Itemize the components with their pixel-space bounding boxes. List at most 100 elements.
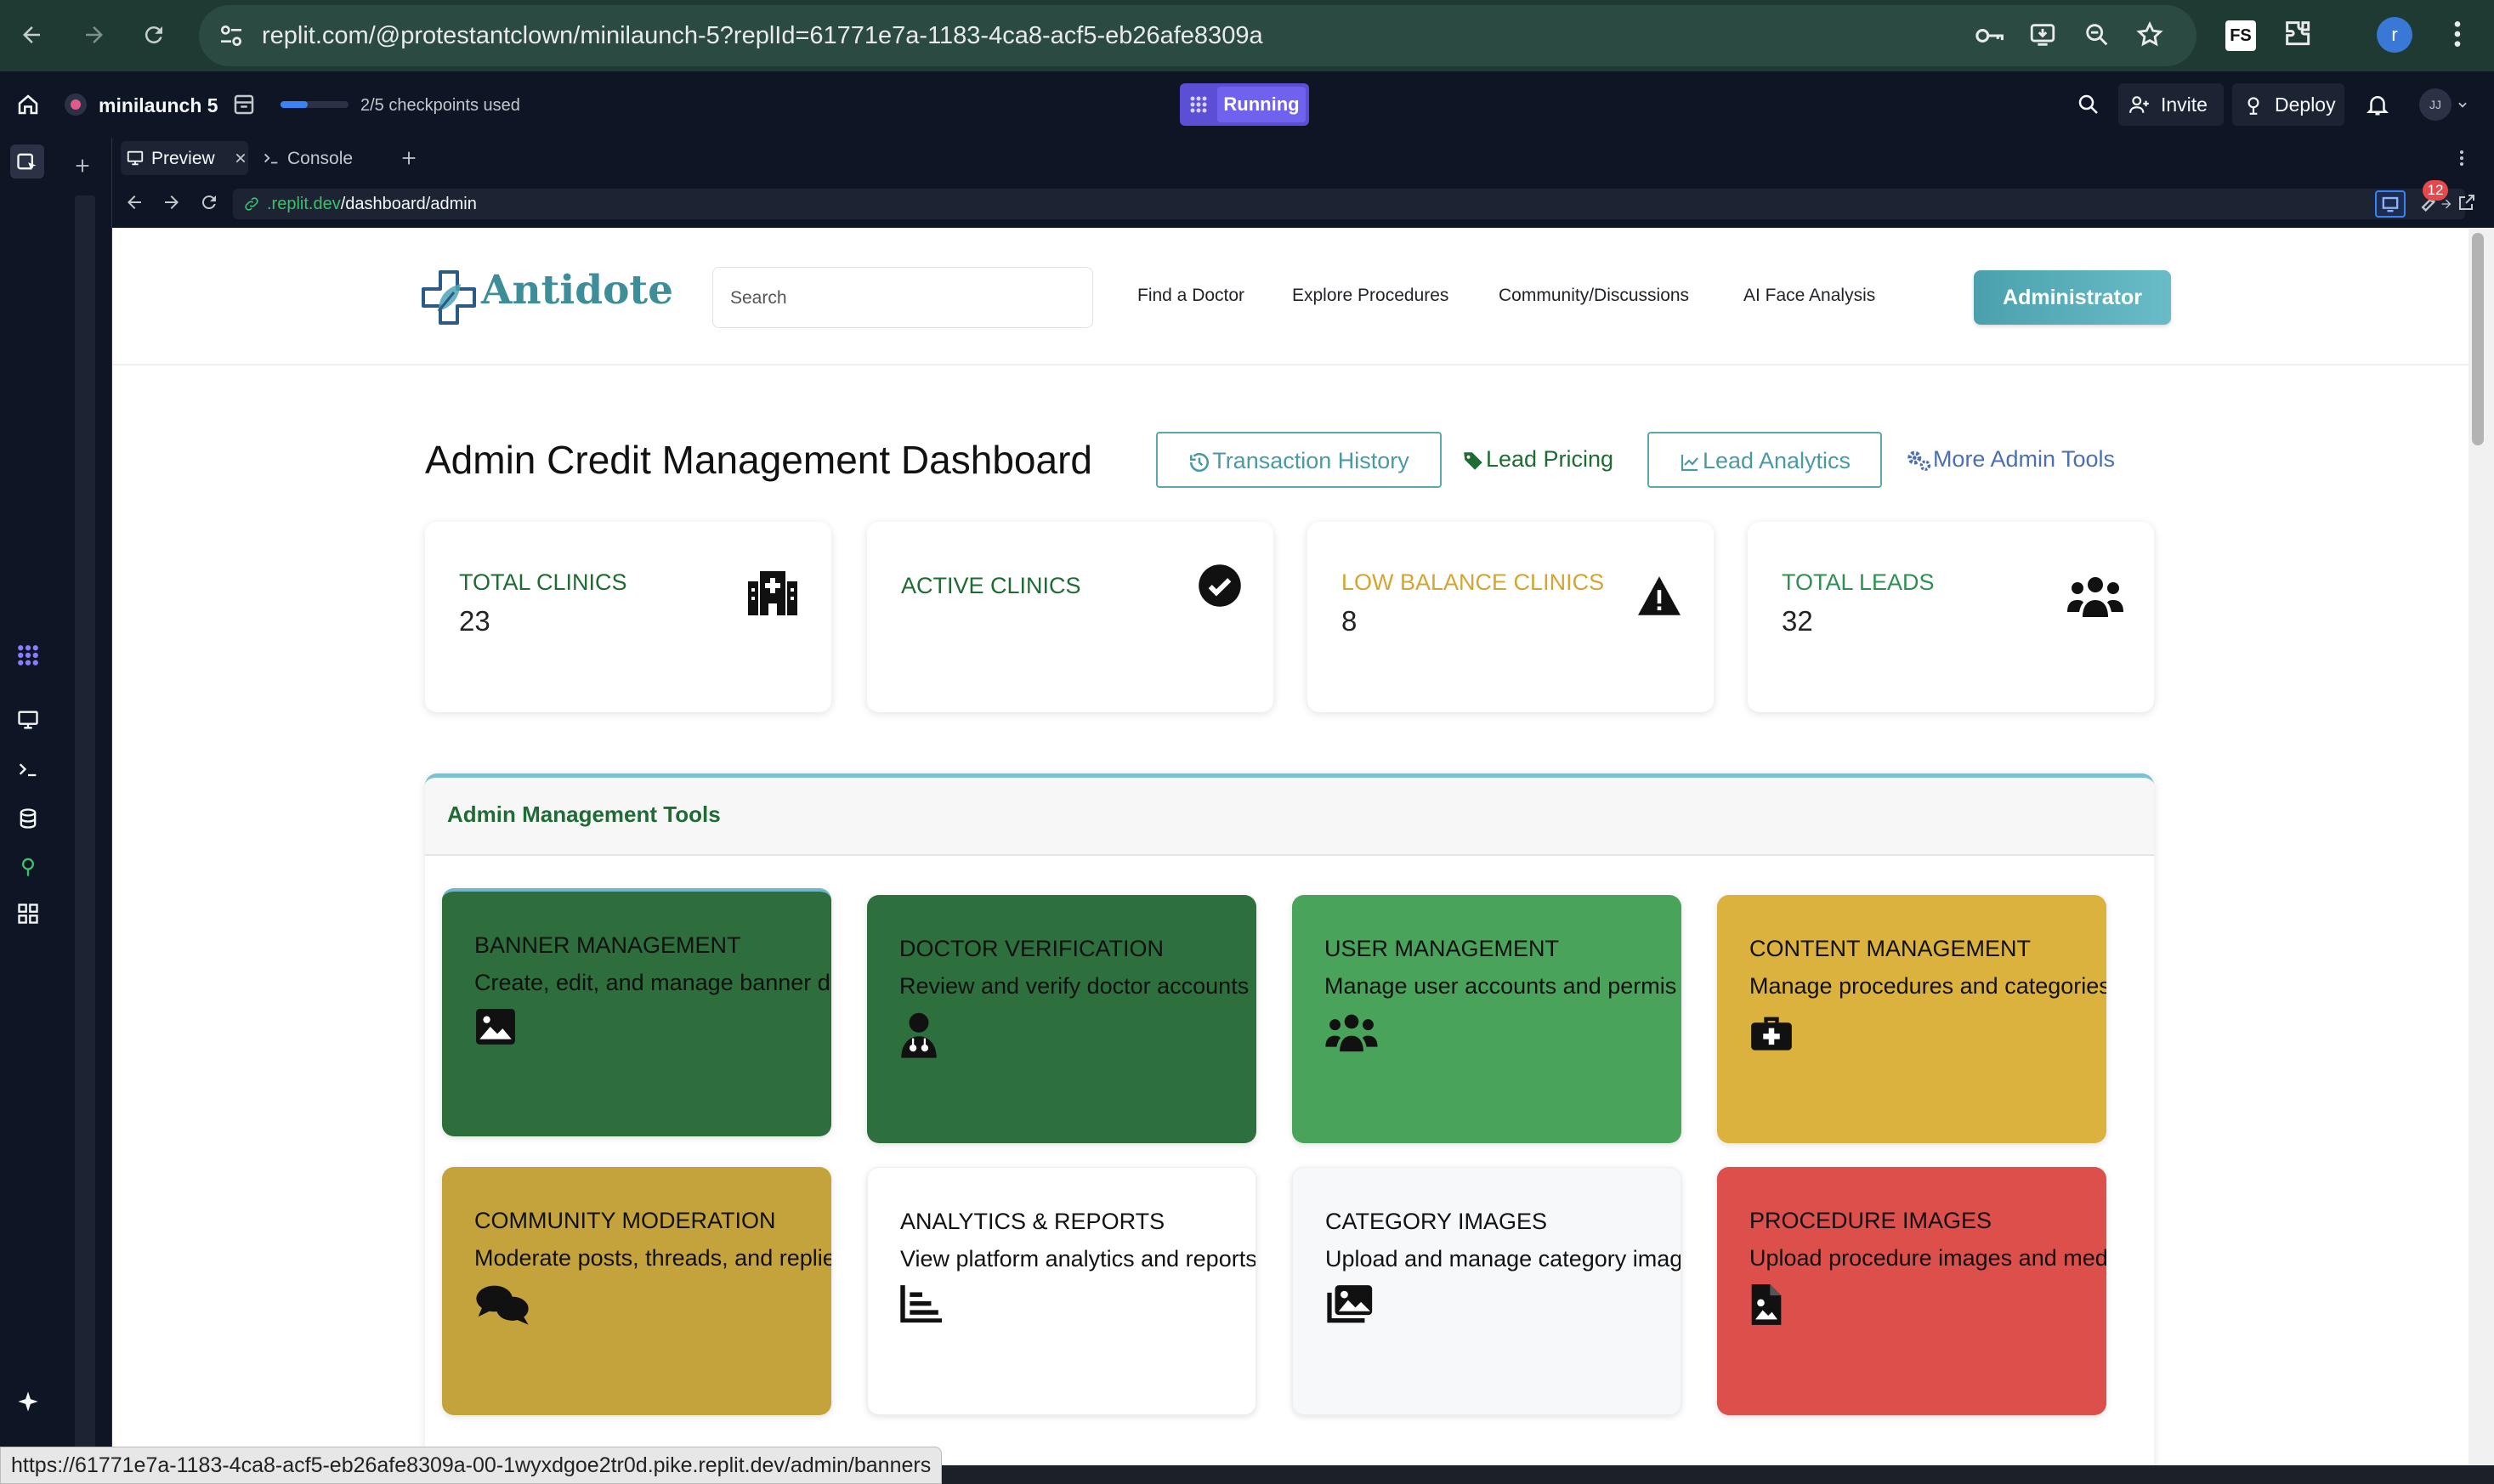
more-admin-tools-button[interactable]: More Admin Tools: [1897, 432, 2123, 488]
tool-card-analytics-reports[interactable]: ANALYTICS & REPORTS View platform analyti…: [867, 1167, 1256, 1415]
history-panel-icon[interactable]: [231, 92, 257, 117]
search-input[interactable]: Search: [712, 267, 1093, 328]
users-icon: [1324, 1011, 1379, 1053]
user-avatar[interactable]: JJ: [2419, 88, 2451, 121]
add-person-icon: [2128, 93, 2151, 116]
more-admin-tools-label: More Admin Tools: [1932, 446, 2116, 472]
gears-icon: [1906, 449, 1933, 473]
stat-active-clinics: ACTIVE CLINICS: [867, 522, 1273, 712]
browser-toolbar: replit.com/@protestantclown/minilaunch-5…: [0, 0, 2494, 71]
site-logo-text[interactable]: Antidote: [481, 267, 673, 314]
transaction-history-button[interactable]: Transaction History: [1156, 432, 1442, 488]
agent-icon[interactable]: [14, 641, 43, 670]
collapsed-panel: [60, 138, 112, 1484]
search-icon[interactable]: [2076, 92, 2101, 117]
install-app-icon[interactable]: [2028, 20, 2057, 49]
tool-card-description: Manage user accounts and permis: [1324, 973, 1677, 999]
database-icon[interactable]: [14, 804, 43, 833]
preview-url-field[interactable]: .replit.dev/dashboard/admin: [233, 189, 2465, 219]
administrator-button[interactable]: Administrator: [1974, 270, 2171, 325]
check-circle-icon: [1197, 563, 1243, 609]
scrollbar-thumb[interactable]: [2472, 233, 2484, 445]
nav-ai-face-analysis[interactable]: AI Face Analysis: [1743, 286, 1875, 306]
panel-strip: [75, 195, 95, 1462]
password-key-icon[interactable]: [1974, 22, 2004, 49]
tool-card-banner-management[interactable]: BANNER MANAGEMENT Create, edit, and manag…: [442, 888, 831, 1136]
device-preview-icon[interactable]: [2375, 190, 2406, 218]
preview-forward-icon[interactable]: [162, 192, 182, 212]
checkpoint-progress: [281, 101, 349, 108]
chevron-down-icon[interactable]: [2457, 99, 2468, 110]
antidote-logo-icon[interactable]: [420, 269, 478, 326]
stat-low-balance: LOW BALANCE CLINICS 8: [1307, 522, 1714, 712]
forward-icon[interactable]: [71, 12, 117, 58]
run-icon: [1188, 94, 1209, 115]
extensions-puzzle-icon[interactable]: [2281, 17, 2315, 51]
deployments-icon[interactable]: [14, 852, 43, 881]
back-icon[interactable]: [9, 12, 54, 58]
tool-card-user-management[interactable]: USER MANAGEMENT Manage user accounts and …: [1292, 895, 1681, 1143]
zoom-icon[interactable]: [2083, 20, 2111, 49]
preview-back-icon[interactable]: [124, 192, 145, 212]
tool-card-community-moderation[interactable]: COMMUNITY MODERATION Moderate posts, thre…: [442, 1167, 831, 1415]
nav-community[interactable]: Community/Discussions: [1499, 286, 1689, 306]
tab-options-icon[interactable]: [2457, 148, 2467, 168]
project-name[interactable]: minilaunch 5: [99, 94, 218, 117]
warning-triangle-icon: [1635, 575, 1683, 617]
new-tab-plus-icon[interactable]: [73, 156, 92, 175]
file-image-icon: [1749, 1283, 1783, 1327]
tool-card-description: View platform analytics and reports: [900, 1246, 1256, 1272]
link-icon: [243, 195, 260, 212]
tab-console-label: Console: [287, 149, 354, 168]
tool-card-title: DOCTOR VERIFICATION: [899, 936, 1165, 961]
stat-label: LOW BALANCE CLINICS: [1341, 569, 1605, 595]
deploy-icon: [2242, 93, 2264, 116]
close-tab-icon[interactable]: [235, 152, 247, 164]
lead-analytics-button[interactable]: Lead Analytics: [1647, 432, 1882, 488]
sparkle-ai-icon[interactable]: [14, 1387, 43, 1416]
error-count-badge: 12: [2423, 180, 2448, 201]
tool-card-title: CATEGORY IMAGES: [1325, 1209, 1548, 1234]
address-bar[interactable]: replit.com/@protestantclown/minilaunch-5…: [199, 5, 2196, 66]
files-icon[interactable]: [10, 144, 44, 178]
bar-chart-icon: [900, 1283, 944, 1323]
browser-menu-icon[interactable]: [2445, 17, 2470, 51]
stat-total-leads: TOTAL LEADS 32: [1748, 522, 2154, 712]
tab-preview[interactable]: Preview: [121, 141, 248, 175]
preview-host: .replit.dev: [267, 195, 341, 213]
monitor-icon: [126, 149, 145, 167]
medical-kit-icon: [1749, 1011, 1794, 1053]
tool-card-category-images[interactable]: CATEGORY IMAGES Upload and manage categor…: [1292, 1167, 1681, 1415]
all-tools-grid-icon[interactable]: [14, 899, 43, 928]
reload-icon[interactable]: [131, 12, 177, 58]
preview-page: Antidote Search Find a Doctor Explore Pr…: [112, 228, 2477, 1465]
tool-card-procedure-images[interactable]: PROCEDURE IMAGES Upload procedure images …: [1717, 1167, 2106, 1415]
preview-monitor-icon[interactable]: [14, 705, 43, 734]
invite-button[interactable]: Invite: [2118, 83, 2224, 126]
search-placeholder: Search: [730, 288, 787, 308]
line-chart-icon: [1679, 452, 1701, 473]
preview-path: /dashboard/admin: [340, 195, 477, 213]
tool-card-description: Upload procedure images and med: [1749, 1245, 2106, 1271]
preview-reload-icon[interactable]: [199, 192, 219, 212]
lead-pricing-button[interactable]: Lead Pricing: [1457, 432, 1618, 488]
add-tab-plus-icon[interactable]: [400, 149, 418, 167]
tab-console[interactable]: Console: [257, 141, 367, 175]
open-new-window-icon[interactable]: [2457, 192, 2477, 212]
extension-fs-icon[interactable]: FS: [2225, 20, 2256, 51]
run-status-button[interactable]: Running: [1180, 83, 1309, 126]
image-icon: [474, 1007, 517, 1046]
profile-avatar[interactable]: r: [2377, 17, 2412, 53]
site-settings-icon[interactable]: [218, 22, 245, 49]
nav-explore-procedures[interactable]: Explore Procedures: [1292, 286, 1448, 306]
tool-card-doctor-verification[interactable]: DOCTOR VERIFICATION Review and verify doc…: [867, 895, 1256, 1143]
page-scrollbar[interactable]: [2468, 228, 2494, 1465]
bookmark-star-icon[interactable]: [2135, 20, 2164, 49]
home-icon[interactable]: [15, 92, 41, 117]
console-icon[interactable]: [14, 755, 43, 784]
nav-find-doctor[interactable]: Find a Doctor: [1137, 286, 1244, 306]
notifications-bell-icon[interactable]: [2365, 92, 2390, 117]
tool-card-content-management[interactable]: CONTENT MANAGEMENT Manage procedures and …: [1717, 895, 2106, 1143]
deploy-button[interactable]: Deploy: [2232, 83, 2344, 126]
admin-tools-panel: Admin Management Tools BANNER MANAGEMENT…: [425, 773, 2154, 1465]
